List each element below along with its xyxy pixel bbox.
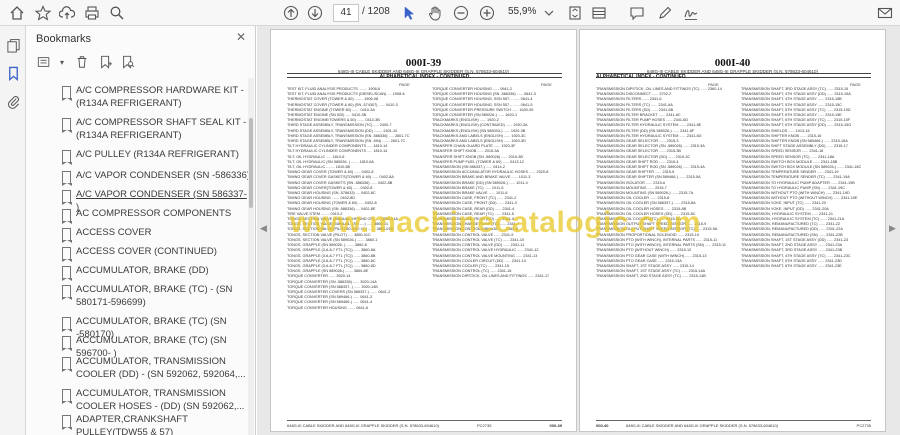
bookmark-item-icon	[62, 171, 72, 186]
bookmark-item-icon	[62, 357, 72, 372]
hand-icon[interactable]	[426, 4, 444, 22]
bookmarks-panel: Bookmarks ✕ ▾ A/C COMPRESSOR HARDWARE KI…	[26, 26, 256, 435]
pages-icon[interactable]	[4, 36, 22, 54]
index-heading: ALPHABETICAL INDEX - CONTINUED	[379, 74, 470, 80]
page-total: / 1208	[362, 6, 390, 17]
bookmark-item[interactable]: ADAPTER,CRANKSHAFT PULLEY(TDW55 & 57)	[76, 413, 248, 435]
collapse-left-icon[interactable]: ◀	[260, 223, 267, 234]
collapse-right-icon[interactable]: ▶	[889, 223, 896, 234]
bookmark-item-icon	[62, 190, 72, 205]
bookmark-item-icon	[62, 317, 72, 332]
arrow-down-circle-icon[interactable]	[306, 4, 324, 22]
bookmark-item[interactable]: ACCUMULATOR, BRAKE (TC) - (SN 580171-596…	[76, 283, 248, 309]
cursor-icon[interactable]	[400, 4, 418, 22]
bookmark-item-icon	[62, 336, 72, 351]
footer-right: 000-39	[549, 423, 562, 428]
page-number-heading: 000I-40	[714, 57, 751, 69]
index-column-right: TRANSMISSION SHAFT, 3RD STAGE ASSY (TC) …	[741, 87, 871, 269]
page-number-heading: 000I-39	[405, 57, 442, 69]
mail-icon[interactable]	[876, 4, 894, 22]
bookmark-item[interactable]: ACCUMULATOR, TRANSMISSION COOLER (DD) - …	[76, 355, 248, 381]
delete-icon[interactable]	[72, 53, 92, 71]
bookmark-item[interactable]: AC COMPRESSOR COMPONENTS	[76, 207, 248, 220]
bookmark-item-icon	[62, 209, 72, 224]
new-bookmark-icon[interactable]	[96, 53, 116, 71]
bookmark-item-icon	[62, 415, 72, 430]
fit-page-icon[interactable]	[566, 4, 584, 22]
zoom-out-icon[interactable]	[452, 4, 470, 22]
bookmark-item-icon	[62, 86, 72, 101]
footer-right: PC2735	[856, 423, 871, 428]
index-column-right: TORQUE CONVERTER HOUSING ...... 0641-2 TO…	[432, 87, 562, 280]
pen-icon[interactable]	[656, 4, 674, 22]
index-column-left: TRANSMISSION DIPSTICK, OIL LINES AND FIT…	[596, 87, 726, 280]
bookmark-item-icon	[62, 285, 72, 300]
index-entry: TRANSMISSION SHAFT, 6TH STAGE ASSY .....…	[741, 263, 842, 268]
chevron-down-icon[interactable]	[540, 4, 558, 22]
document-page: 000I-39 648G-III CABLE SKIDDER AND 648G-…	[270, 29, 577, 432]
index-entry: TRANSMISSION DIPSTICK, OIL LINES AND FIT…	[432, 274, 550, 279]
footer-mid: 648G-III CABLE SKIDDER AND 648G-III GRAP…	[626, 423, 779, 428]
scrollbar-thumb[interactable]	[249, 118, 253, 208]
footer-left: 648G-III CABLE SKIDDER AND 648G-III GRAP…	[287, 423, 440, 428]
page-footer: 648G-III CABLE SKIDDER AND 648G-III GRAP…	[287, 420, 562, 428]
zoom-level-field[interactable]: 55,9%	[508, 6, 536, 17]
bookmarks-toolbar: ▾	[34, 53, 249, 73]
bookmark-item[interactable]: A/C VAPOR CONDENSER (SN -586336)	[76, 169, 248, 182]
footer-left: 000-40	[596, 423, 609, 428]
bookmark-item-icon	[62, 150, 72, 165]
chevron-down-icon[interactable]: ▾	[52, 53, 72, 71]
print-icon[interactable]	[83, 4, 101, 22]
cloud-upload-icon[interactable]	[58, 4, 76, 22]
comment-icon[interactable]	[628, 4, 646, 22]
index-entry: TRANSMISSION OUTPUT SHAFT SPEED SENSOR (…	[596, 227, 718, 232]
index-entry: TORQUE CONVERTER HOUSING ....... 0641-6	[287, 305, 369, 310]
bookmark-item-icon	[62, 389, 72, 404]
home-icon[interactable]	[8, 4, 26, 22]
close-icon[interactable]: ✕	[236, 30, 246, 44]
bookmarks-title: Bookmarks	[36, 33, 92, 45]
bookmark-icon[interactable]	[4, 64, 22, 82]
document-view[interactable]: ◀ ▶ 000I-39 648G-III CABLE SKIDDER AND 6…	[257, 26, 900, 435]
toolbar: 41 / 1208 55,9%	[0, 0, 900, 26]
bookmark-item[interactable]: ACCUMULATOR, TRANSMISSION COOLER HOSES -…	[76, 387, 248, 413]
search-icon[interactable]	[108, 4, 126, 22]
zoom-in-icon[interactable]	[478, 4, 496, 22]
bookmark-item-icon	[62, 228, 72, 243]
navigation-pane-strip	[0, 26, 26, 435]
pdf-viewer-window: 41 / 1208 55,9% Bookmarks ✕ ▾ A/C COMPRE…	[0, 0, 900, 435]
scroll-icon[interactable]	[590, 4, 608, 22]
bookmark-item[interactable]: ACCESS COVER (CONTINUED)	[76, 245, 248, 258]
page-number-input[interactable]: 41	[333, 4, 359, 22]
find-bookmark-icon[interactable]	[118, 53, 138, 71]
bookmark-item-icon	[62, 247, 72, 262]
footer-mid: PC2735	[477, 423, 492, 428]
arrow-up-circle-icon[interactable]	[282, 4, 300, 22]
star-icon[interactable]	[34, 4, 52, 22]
index-entry: TRANSMISSION SHAFT, 2ND STAGE ASSY (TC) …	[596, 274, 706, 279]
index-column-left: TEST KIT, FLUID ANALYSIS PRODUCTS ......…	[287, 87, 417, 311]
bookmark-item[interactable]: ACCESS COVER	[76, 226, 248, 239]
bookmark-item-icon	[62, 266, 72, 281]
bookmarks-scrollbar[interactable]	[248, 78, 254, 435]
bookmark-list: A/C COMPRESSOR HARDWARE KIT - (R134A REF…	[26, 78, 248, 435]
options-menu-icon[interactable]	[34, 53, 54, 71]
page-footer: 000-40 648G-III CABLE SKIDDER AND 648G-I…	[596, 420, 871, 428]
bookmark-item[interactable]: ACCUMULATOR, BRAKE (DD)	[76, 264, 248, 277]
sign-icon[interactable]	[682, 4, 700, 22]
attachment-icon[interactable]	[4, 92, 22, 110]
bookmark-item[interactable]: A/C COMPRESSOR HARDWARE KIT - (R134A REF…	[76, 84, 248, 110]
bookmark-item[interactable]: A/C COMPRESSOR SHAFT SEAL KIT - (R134A R…	[76, 116, 248, 142]
bookmark-item-icon	[62, 118, 72, 133]
document-page: 000I-40 648G-III CABLE SKIDDER AND 648G-…	[579, 29, 886, 432]
bookmark-item[interactable]: A/C PULLEY (R134A REFRIGERANT)	[76, 148, 248, 161]
index-heading: ALPHABETICAL INDEX - CONTINUED	[596, 74, 686, 80]
